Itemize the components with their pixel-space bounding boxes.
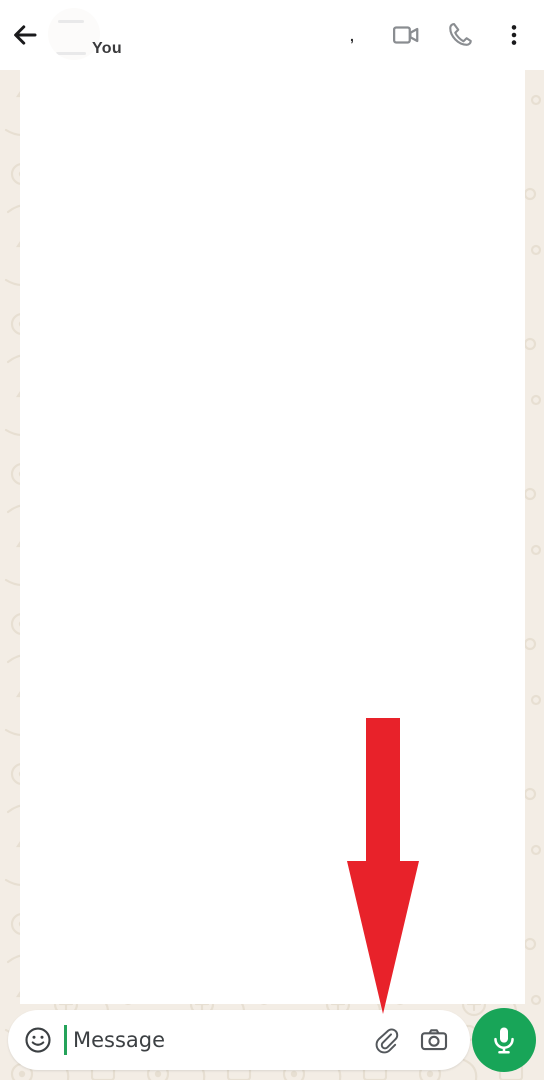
composer-bar: Message xyxy=(0,1002,544,1080)
emoji-button[interactable] xyxy=(16,1018,60,1062)
phone-icon xyxy=(449,22,472,46)
header-actions xyxy=(380,10,540,60)
voice-record-button[interactable] xyxy=(472,1008,536,1072)
chat-subtitle: You xyxy=(92,40,122,57)
message-placeholder: Message xyxy=(73,1028,166,1052)
attach-button[interactable] xyxy=(362,1016,410,1064)
video-call-button[interactable] xyxy=(380,10,432,60)
voice-call-button[interactable] xyxy=(434,10,486,60)
camera-icon xyxy=(420,1029,448,1051)
three-dots-vertical-icon xyxy=(511,25,517,45)
back-arrow-icon xyxy=(14,25,37,45)
smiley-face-icon xyxy=(25,1027,51,1053)
microphone-icon xyxy=(494,1027,514,1054)
text-cursor xyxy=(64,1025,67,1055)
overflow-menu-button[interactable] xyxy=(488,10,540,60)
back-button[interactable] xyxy=(8,18,42,52)
chat-header: You , xyxy=(0,0,544,70)
chat-title-block[interactable]: You xyxy=(92,0,332,70)
message-input-pill[interactable]: Message xyxy=(8,1010,470,1070)
title-overflow-mark: , xyxy=(350,28,354,44)
video-camera-icon xyxy=(393,26,419,44)
message-input-field[interactable]: Message xyxy=(60,1010,362,1070)
chat-message-area[interactable] xyxy=(20,66,525,1004)
camera-button[interactable] xyxy=(410,1016,458,1064)
paperclip-icon xyxy=(375,1028,399,1054)
